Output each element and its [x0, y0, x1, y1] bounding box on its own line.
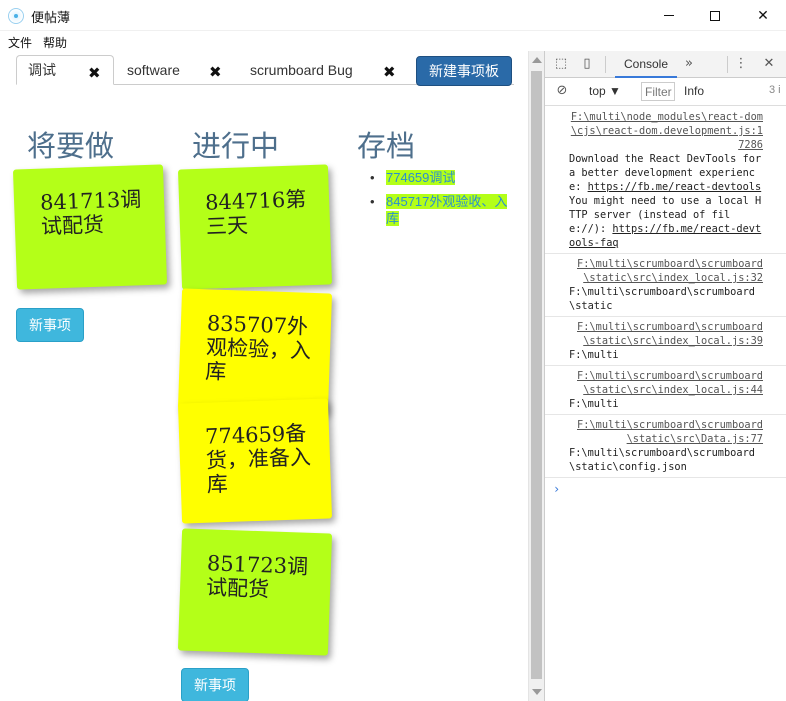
tab-label: 调试 [28, 62, 56, 78]
console-output: F:\multi\node_modules\react-dom\cjs\reac… [545, 107, 786, 500]
maximize-icon [710, 10, 720, 21]
tab-debug[interactable]: 调试 ✖ [16, 55, 114, 85]
column-title-archive: 存档 [357, 129, 416, 163]
log-level-selector[interactable]: Info [684, 84, 704, 98]
menu-bar: 文件 帮助 [0, 31, 786, 51]
sticky-note[interactable]: 841713调试配货 [12, 164, 168, 290]
minimize-icon [664, 15, 674, 16]
message-source-link[interactable]: F:\multi\scrumboard\scrumboard\static\sr… [569, 418, 763, 446]
close-icon: ✕ [757, 7, 769, 24]
tab-close-icon[interactable]: ✖ [88, 64, 101, 82]
app-content: 调试 ✖ software ✖ scrumboard Bug ✖ 新建事项板 将… [0, 51, 528, 701]
tab-label: software [127, 62, 180, 78]
menu-help[interactable]: 帮助 [43, 34, 67, 51]
scrollbar-thumb[interactable] [531, 71, 542, 679]
message-source-link[interactable]: F:\multi\scrumboard\scrumboard\static\sr… [569, 369, 763, 397]
tab-close-icon[interactable]: ✖ [383, 63, 396, 81]
kebab-menu-icon[interactable]: ⋮ [733, 56, 749, 72]
scroll-down-arrow-icon[interactable] [532, 689, 542, 695]
device-toolbar-icon[interactable]: ▯ [579, 56, 595, 72]
tab-label: scrumboard Bug [250, 62, 353, 78]
sticky-note[interactable]: 835707外观检验，入库 [177, 288, 333, 414]
message-text: F:\multi\scrumboard\scrumboard\static\co… [569, 447, 755, 473]
maximize-button[interactable] [692, 0, 738, 31]
console-message: F:\multi\node_modules\react-dom\cjs\reac… [545, 107, 786, 254]
new-board-button[interactable]: 新建事项板 [416, 56, 512, 86]
devtools-link[interactable]: https://fb.me/react-devtools [588, 181, 762, 193]
column-title-doing: 进行中 [192, 129, 280, 163]
inspect-element-icon[interactable]: ⬚ [553, 56, 569, 72]
column-title-todo: 将要做 [27, 129, 115, 163]
close-window-button[interactable]: ✕ [740, 0, 786, 31]
message-source-link[interactable]: F:\multi\node_modules\react-dom\cjs\reac… [569, 110, 763, 152]
console-message: F:\multi\scrumboard\scrumboard\static\sr… [545, 254, 786, 317]
sticky-note[interactable]: 851723调试配货 [177, 528, 333, 656]
message-count: 3 i [769, 84, 781, 96]
scroll-up-arrow-icon[interactable] [532, 57, 542, 63]
message-text: F:\multi [569, 398, 619, 410]
message-text: Download the React DevTools for a better… [569, 153, 768, 249]
toolbar-divider [605, 56, 606, 73]
filter-input[interactable]: Filter [641, 82, 675, 101]
console-message: F:\multi\scrumboard\scrumboard\static\sr… [545, 366, 786, 415]
console-message: F:\multi\scrumboard\scrumboard\static\sr… [545, 415, 786, 478]
console-prompt[interactable]: › [545, 478, 786, 500]
context-selector[interactable]: top ▼ [589, 84, 621, 98]
tab-console[interactable]: Console [615, 51, 677, 78]
archive-item[interactable]: 845717外观验收、入库 [370, 193, 520, 227]
tab-close-icon[interactable]: ✖ [209, 63, 222, 81]
minimize-button[interactable] [646, 0, 692, 31]
message-text: F:\multi [569, 349, 619, 361]
sticky-note[interactable]: 774659备货，准备入库 [177, 398, 333, 524]
tab-software[interactable]: software ✖ [116, 55, 236, 85]
sticky-note[interactable]: 844716第三天 [177, 164, 333, 290]
archive-list: 774659调试 845717外观验收、入库 [370, 169, 520, 234]
toolbar-divider [727, 56, 728, 73]
new-item-button-doing[interactable]: 新事项 [181, 668, 249, 701]
close-devtools-icon[interactable]: ✕ [761, 56, 777, 72]
tab-scrumboard-bug[interactable]: scrumboard Bug ✖ [239, 55, 399, 85]
vertical-scrollbar[interactable] [528, 51, 544, 701]
clear-console-icon[interactable]: ⊘ [554, 83, 570, 99]
title-bar: 便帖薄 ✕ [0, 0, 786, 31]
console-filter-bar: ⊘ top ▼ Filter Info 3 i [545, 78, 786, 106]
devtools-toolbar: ⬚ ▯ Console » ⋮ ✕ [545, 51, 786, 78]
message-source-link[interactable]: F:\multi\scrumboard\scrumboard\static\sr… [569, 320, 763, 348]
window-title: 便帖薄 [31, 10, 71, 25]
devtools-panel: ⬚ ▯ Console » ⋮ ✕ ⊘ top ▼ Filter Info 3 … [544, 51, 786, 701]
new-item-button-todo[interactable]: 新事项 [16, 308, 84, 342]
app-icon [8, 8, 24, 24]
message-text: F:\multi\scrumboard\scrumboard\static [569, 286, 755, 312]
menu-file[interactable]: 文件 [8, 34, 32, 51]
more-tabs-icon[interactable]: » [681, 56, 697, 72]
message-source-link[interactable]: F:\multi\scrumboard\scrumboard\static\sr… [569, 257, 763, 285]
archive-item[interactable]: 774659调试 [370, 169, 520, 186]
console-message: F:\multi\scrumboard\scrumboard\static\sr… [545, 317, 786, 366]
